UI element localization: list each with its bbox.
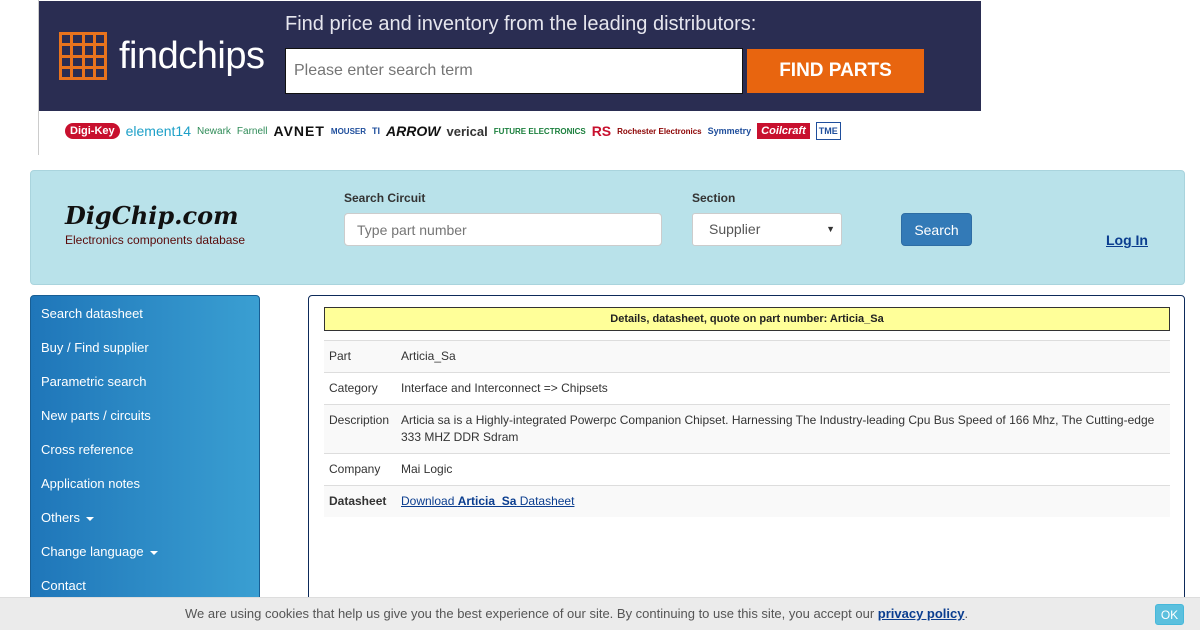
distributor-logo-symmetry[interactable]: Symmetry: [708, 126, 752, 136]
detail-value: Articia_Sa: [396, 340, 1170, 373]
part-number-search-input[interactable]: [344, 213, 662, 246]
sidebar-item-label: New parts / circuits: [41, 408, 151, 423]
distributor-logo-mouser[interactable]: MOUSER: [331, 127, 366, 136]
sidebar-item-new-parts[interactable]: New parts / circuits: [41, 408, 151, 423]
distributor-logo-newark[interactable]: Newark: [197, 126, 231, 137]
download-prefix: Download: [401, 494, 458, 508]
sidebar-item-label: Contact: [41, 578, 86, 593]
distributor-logo-tme[interactable]: TME: [815, 122, 841, 140]
site-tagline: Electronics components database: [65, 233, 246, 247]
distributor-logo-avnet[interactable]: AVNET: [274, 123, 325, 139]
sidebar-item-label: Cross reference: [41, 442, 134, 457]
sidebar-item-label: Buy / Find supplier: [41, 340, 149, 355]
detail-value: Mai Logic: [396, 453, 1170, 486]
search-button[interactable]: Search: [901, 213, 972, 246]
site-header: DigChip.com Electronics components datab…: [30, 170, 1185, 285]
sidebar-item-search-datasheet[interactable]: Search datasheet: [41, 306, 143, 321]
sidebar-item-application-notes[interactable]: Application notes: [41, 476, 140, 491]
part-details-title: Details, datasheet, quote on part number…: [324, 307, 1170, 331]
sidebar-item-contact[interactable]: Contact: [41, 578, 86, 593]
find-parts-button[interactable]: FIND PARTS: [747, 49, 924, 93]
section-label: Section: [692, 191, 736, 205]
caret-down-icon: [86, 516, 95, 521]
detail-key: Datasheet: [324, 485, 396, 517]
detail-key: Part: [324, 340, 396, 373]
login-link[interactable]: Log In: [1106, 232, 1148, 248]
section-select-value: Supplier: [709, 221, 761, 237]
findchips-top-bar: findchips Find price and inventory from …: [39, 1, 981, 111]
findchips-grid-icon: [59, 32, 107, 80]
cookie-text-end: .: [964, 606, 969, 621]
distributor-logo-rs[interactable]: RS: [592, 123, 611, 139]
detail-value: Download Articia_Sa Datasheet: [396, 485, 1170, 517]
sidebar-item-label: Others: [41, 510, 81, 525]
distributor-logo-ti[interactable]: TI: [372, 126, 380, 136]
download-part-name: Articia_Sa: [457, 494, 517, 508]
part-details-table: Part Articia_Sa Category Interface and I…: [324, 340, 1170, 517]
table-row: Description Articia sa is a Highly-integ…: [324, 404, 1170, 454]
cookie-bar: We are using cookies that help us give y…: [0, 597, 1200, 630]
table-row: Datasheet Download Articia_Sa Datasheet: [324, 485, 1170, 517]
sidebar-nav: Search datasheet Buy / Find supplier Par…: [30, 295, 260, 615]
search-circuit-label: Search Circuit: [344, 191, 426, 205]
findchips-search-input[interactable]: [285, 48, 743, 94]
distributor-logo-future[interactable]: FUTURE ELECTRONICS: [494, 127, 586, 136]
cookie-text: We are using cookies that help us give y…: [185, 606, 878, 621]
distributor-logo-digikey[interactable]: Digi-Key: [65, 123, 120, 139]
caret-down-icon: [149, 550, 158, 555]
table-row: Company Mai Logic: [324, 453, 1170, 486]
distributor-logo-farnell[interactable]: Farnell: [237, 126, 268, 137]
distributor-logo-element14[interactable]: element14: [126, 123, 191, 139]
sidebar-item-change-language[interactable]: Change language: [41, 544, 158, 559]
caret-down-icon: ▼: [826, 224, 835, 234]
site-logo[interactable]: DigChip.com: [65, 201, 239, 230]
detail-value: Articia sa is a Highly-integrated Powerp…: [396, 404, 1170, 454]
distributor-logo-rochester[interactable]: Rochester Electronics: [617, 127, 701, 136]
detail-key: Category: [324, 372, 396, 405]
section-select[interactable]: Supplier ▼: [692, 213, 842, 246]
distributor-logo-verical[interactable]: verical: [446, 124, 487, 139]
download-suffix: Datasheet: [516, 494, 575, 508]
sidebar-item-cross-reference[interactable]: Cross reference: [41, 442, 133, 457]
cookie-message: We are using cookies that help us give y…: [185, 606, 968, 621]
sidebar-item-label: Application notes: [41, 476, 141, 491]
distributor-logos: Digi-Key element14 Newark Farnell AVNET …: [65, 116, 945, 146]
detail-key: Description: [324, 404, 396, 454]
sidebar-item-parametric-search[interactable]: Parametric search: [41, 374, 146, 389]
privacy-policy-link[interactable]: privacy policy: [878, 606, 965, 621]
findchips-logo[interactable]: findchips: [59, 31, 265, 81]
findchips-wordmark: findchips: [119, 34, 265, 77]
table-row: Category Interface and Interconnect => C…: [324, 372, 1170, 405]
sidebar-item-label: Search datasheet: [41, 306, 143, 321]
findchips-banner: findchips Find price and inventory from …: [38, 0, 981, 155]
download-datasheet-link[interactable]: Download Articia_Sa Datasheet: [401, 494, 574, 508]
sidebar-item-buy-find-supplier[interactable]: Buy / Find supplier: [41, 340, 149, 355]
sidebar-item-label: Parametric search: [41, 374, 147, 389]
distributor-logo-coilcraft[interactable]: Coilcraft: [757, 123, 810, 139]
detail-key: Company: [324, 453, 396, 486]
part-details-panel: Details, datasheet, quote on part number…: [308, 295, 1185, 615]
cookie-ok-button[interactable]: OK: [1155, 604, 1184, 625]
sidebar-item-others[interactable]: Others: [41, 510, 95, 525]
sidebar-item-label: Change language: [41, 544, 144, 559]
table-row: Part Articia_Sa: [324, 340, 1170, 373]
findchips-headline: Find price and inventory from the leadin…: [285, 13, 757, 35]
detail-value: Interface and Interconnect => Chipsets: [396, 372, 1170, 405]
distributor-logo-arrow[interactable]: ARROW: [386, 123, 440, 139]
